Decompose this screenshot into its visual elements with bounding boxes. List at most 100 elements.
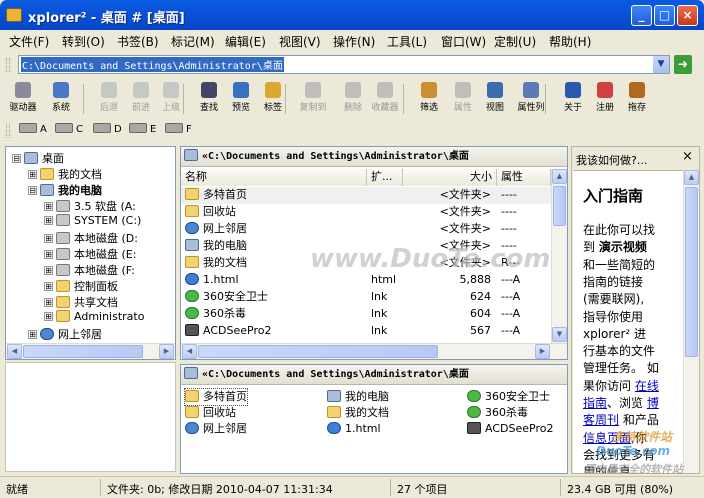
column-header[interactable]: 扩... xyxy=(367,169,403,186)
drive-button[interactable]: C xyxy=(55,123,83,135)
tree-item[interactable]: ⊞ 本地磁盘 (D: xyxy=(44,230,138,246)
minimize-button[interactable]: _ xyxy=(631,5,652,26)
list-item[interactable]: 我的电脑 xyxy=(327,389,389,405)
drive-icon xyxy=(93,123,111,133)
menu-item[interactable]: 视图(V) xyxy=(279,33,321,50)
top-pane-path-bar[interactable]: «C:\Documents and Settings\Administrator… xyxy=(181,147,567,167)
table-row[interactable]: 360杀毒 lnk 604 ---A xyxy=(181,306,551,323)
menu-item[interactable]: 书签(B) xyxy=(117,33,159,50)
address-value: C:\Documents and Settings\Administrator\… xyxy=(21,57,284,72)
column-header[interactable]: 属性 xyxy=(497,169,551,186)
menu-item[interactable]: 转到(O) xyxy=(62,33,105,50)
table-row[interactable]: 360安全卫士 lnk 624 ---A xyxy=(181,289,551,306)
toolbar-button[interactable]: 上级 xyxy=(151,82,191,116)
bottom-pane-path-bar[interactable]: «C:\Documents and Settings\Administrator… xyxy=(181,365,567,385)
toolbar-button[interactable]: 标签 xyxy=(253,82,293,116)
expander-icon[interactable]: ⊞ xyxy=(44,298,53,307)
menu-item[interactable]: 文件(F) xyxy=(9,33,49,50)
menu-item[interactable]: 帮助(H) xyxy=(549,33,591,50)
scroll-down-icon[interactable]: ▼ xyxy=(552,327,567,342)
menu-item[interactable]: 定制(U) xyxy=(494,33,536,50)
tree-item[interactable]: ⊞ 本地磁盘 (F: xyxy=(44,262,135,278)
menu-item[interactable]: 工具(L) xyxy=(387,33,427,50)
drive-button[interactable]: A xyxy=(19,123,47,135)
help-link[interactable]: 在线 xyxy=(635,379,659,393)
table-row[interactable]: 多特首页 <文件夹> ---- xyxy=(181,187,551,204)
grip-handle[interactable] xyxy=(6,58,10,72)
column-header[interactable]: 大小 xyxy=(403,169,497,186)
scroll-thumb[interactable] xyxy=(23,345,143,358)
help-close-button[interactable]: × xyxy=(682,149,693,164)
list-item[interactable]: 多特首页 xyxy=(184,388,248,406)
menu-item[interactable]: 编辑(E) xyxy=(225,33,266,50)
scroll-thumb[interactable] xyxy=(553,186,566,226)
go-button[interactable]: ➜ xyxy=(674,55,692,74)
expander-icon[interactable]: ⊞ xyxy=(44,234,53,243)
scroll-right-icon[interactable]: ▶ xyxy=(535,344,550,359)
table-row[interactable]: 1.html html 5,888 ---A xyxy=(181,272,551,289)
expander-icon[interactable]: ⊟ xyxy=(12,154,21,163)
help-link[interactable]: 指南 xyxy=(583,396,607,410)
toolbar-button[interactable]: 视图 xyxy=(475,82,515,116)
expander-icon[interactable]: ⊞ xyxy=(44,202,53,211)
scroll-right-icon[interactable]: ▶ xyxy=(159,344,174,359)
menu-item[interactable]: 操作(N) xyxy=(333,33,375,50)
maximize-button[interactable]: □ xyxy=(654,5,675,26)
expander-icon[interactable]: ⊞ xyxy=(44,250,53,259)
address-input[interactable]: C:\Documents and Settings\Administrator\… xyxy=(18,55,670,74)
list-item[interactable]: 1.html xyxy=(327,421,381,437)
tree-item[interactable]: ⊞ 网上邻居 xyxy=(28,326,102,342)
list-item[interactable]: 我的文档 xyxy=(327,405,389,421)
toolbar-button[interactable]: 收藏器 xyxy=(365,82,405,116)
toolbar-button[interactable]: 系统 xyxy=(41,82,81,116)
toolbar-button[interactable]: 驱动器 xyxy=(3,82,43,116)
expander-icon[interactable]: ⊟ xyxy=(28,186,37,195)
grip-handle[interactable] xyxy=(6,123,10,138)
drive-button[interactable]: E xyxy=(129,123,156,135)
tree-item[interactable]: ⊟ 我的电脑 xyxy=(28,182,102,198)
tree-item[interactable]: ⊞ 本地磁盘 (E: xyxy=(44,246,136,262)
scroll-left-icon[interactable]: ◀ xyxy=(7,344,22,359)
menu-item[interactable]: 窗口(W) xyxy=(441,33,486,50)
list-item[interactable]: 360杀毒 xyxy=(467,405,528,421)
menu-item[interactable]: 标记(M) xyxy=(171,33,215,50)
tree-item[interactable]: ⊞ 3.5 软盘 (A: xyxy=(44,198,136,214)
tree-item[interactable]: ⊞ 控制面板 xyxy=(44,278,118,294)
list-item[interactable]: ACDSeePro2 xyxy=(467,421,553,437)
top-pane-vscroll[interactable]: ▲ ▼ xyxy=(551,169,567,343)
scroll-thumb[interactable] xyxy=(198,345,438,358)
help-vscroll[interactable]: ▲ xyxy=(683,170,699,473)
close-button[interactable]: × xyxy=(677,5,698,26)
tree-item[interactable]: ⊞ 我的文档 xyxy=(28,166,102,182)
scroll-up-icon[interactable]: ▲ xyxy=(552,169,567,184)
list-item[interactable]: 360安全卫士 xyxy=(467,389,550,405)
list-item[interactable]: 回收站 xyxy=(185,405,236,421)
top-pane-hscroll[interactable]: ◀ ▶ xyxy=(181,343,567,359)
scroll-up-icon[interactable]: ▲ xyxy=(684,170,699,185)
expander-icon[interactable]: ⊞ xyxy=(44,282,53,291)
column-header[interactable]: 名称 xyxy=(181,169,367,186)
table-row[interactable]: ACDSeePro2 lnk 567 ---A xyxy=(181,323,551,340)
tree-item[interactable]: ⊟ 桌面 xyxy=(12,150,64,166)
tree-item[interactable]: ⊞ 共享文档 xyxy=(44,294,118,310)
expander-icon[interactable]: ⊞ xyxy=(44,216,53,225)
help-link[interactable]: 客周刊 xyxy=(583,413,619,427)
drive-button[interactable]: F xyxy=(165,123,192,135)
toolbar-button[interactable]: 复制到 xyxy=(293,82,333,116)
table-row[interactable]: 网上邻居 <文件夹> ---- xyxy=(181,221,551,238)
toolbar-button[interactable]: 拖存 xyxy=(617,82,657,116)
expander-icon[interactable]: ⊞ xyxy=(44,312,53,321)
scroll-left-icon[interactable]: ◀ xyxy=(182,344,197,359)
expander-icon[interactable]: ⊞ xyxy=(28,170,37,179)
scroll-thumb[interactable] xyxy=(685,187,698,357)
tree-item[interactable]: ⊞ Administrato xyxy=(44,310,144,326)
help-link[interactable]: 博 xyxy=(647,396,659,410)
expander-icon[interactable]: ⊞ xyxy=(28,330,37,339)
drive-button[interactable]: D xyxy=(93,123,122,135)
table-row[interactable]: 回收站 <文件夹> ---- xyxy=(181,204,551,221)
tree-hscroll[interactable]: ◀ ▶ xyxy=(6,343,175,359)
list-item[interactable]: 网上邻居 xyxy=(185,421,247,437)
expander-icon[interactable]: ⊞ xyxy=(44,266,53,275)
chevron-down-icon[interactable]: ▼ xyxy=(653,56,669,73)
tree-item[interactable]: ⊞ SYSTEM (C:) xyxy=(44,214,141,230)
